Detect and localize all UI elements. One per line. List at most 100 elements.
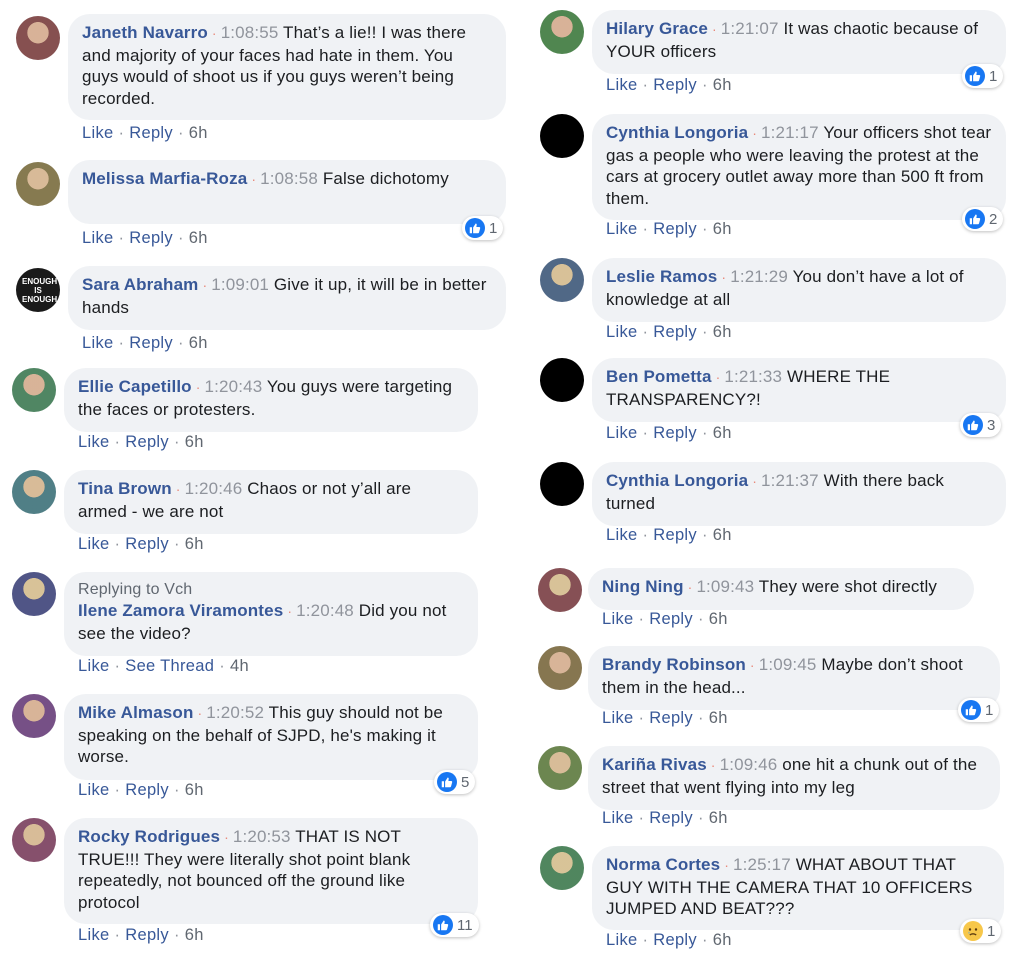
like-button[interactable]: Like [602, 610, 633, 628]
comment-age-link[interactable]: 6h [185, 926, 204, 944]
like-button[interactable]: Like [82, 124, 113, 142]
user-photo-avatar[interactable] [16, 16, 60, 60]
like-button[interactable]: Like [606, 931, 637, 949]
reply-button[interactable]: Reply [653, 76, 697, 94]
video-timestamp-link[interactable]: 1:20:52 [206, 703, 264, 722]
comment-author-link[interactable]: Kariña Rivas [602, 755, 707, 774]
video-timestamp-link[interactable]: 1:20:53 [233, 827, 291, 846]
blank-black-avatar[interactable] [540, 358, 584, 402]
comment-author-link[interactable]: Cynthia Longoria [606, 471, 748, 490]
reaction-count-badge[interactable]: 11 [430, 913, 479, 937]
reply-button[interactable]: Reply [129, 124, 173, 142]
reply-button[interactable]: Reply [129, 334, 173, 352]
comment-age-link[interactable]: 6h [189, 124, 208, 142]
comment-author-link[interactable]: Rocky Rodrigues [78, 827, 220, 846]
comment-author-link[interactable]: Leslie Ramos [606, 267, 717, 286]
user-photo-avatar[interactable] [12, 470, 56, 514]
comment-author-link[interactable]: Ellie Capetillo [78, 377, 192, 396]
like-button[interactable]: Like [78, 535, 109, 553]
video-timestamp-link[interactable]: 1:21:07 [721, 19, 779, 38]
like-button[interactable]: Like [78, 926, 109, 944]
comment-author-link[interactable]: Tina Brown [78, 479, 172, 498]
comment-age-link[interactable]: 6h [185, 781, 204, 799]
comment-age-link[interactable]: 6h [709, 709, 728, 727]
like-button[interactable]: Like [606, 526, 637, 544]
video-timestamp-link[interactable]: 1:21:29 [730, 267, 788, 286]
reaction-count-badge[interactable]: 3 [960, 413, 1002, 437]
user-photo-avatar[interactable] [12, 818, 56, 862]
reaction-count-badge[interactable]: 1 [962, 64, 1004, 88]
user-photo-avatar[interactable] [12, 572, 56, 616]
reaction-count-badge[interactable]: 5 [434, 770, 476, 794]
comment-author-link[interactable]: Mike Almason [78, 703, 193, 722]
comment-age-link[interactable]: 6h [713, 424, 732, 442]
user-photo-avatar[interactable] [540, 258, 584, 302]
comment-age-link[interactable]: 6h [185, 433, 204, 451]
comment-age-link[interactable]: 6h [713, 526, 732, 544]
user-photo-avatar[interactable] [12, 368, 56, 412]
like-button[interactable]: Like [606, 220, 637, 238]
like-button[interactable]: Like [606, 76, 637, 94]
reply-button[interactable]: Reply [653, 220, 697, 238]
comment-age-link[interactable]: 6h [713, 931, 732, 949]
reply-button[interactable]: Reply [649, 809, 693, 827]
like-button[interactable]: Like [82, 229, 113, 247]
comment-author-link[interactable]: Hilary Grace [606, 19, 708, 38]
comment-age-link[interactable]: 6h [189, 229, 208, 247]
video-timestamp-link[interactable]: 1:09:43 [696, 577, 754, 596]
video-timestamp-link[interactable]: 1:20:48 [296, 601, 354, 620]
comment-author-link[interactable]: Brandy Robinson [602, 655, 746, 674]
see-thread-button[interactable]: See Thread [125, 657, 214, 675]
like-button[interactable]: Like [78, 781, 109, 799]
comment-author-link[interactable]: Ning Ning [602, 577, 684, 596]
comment-author-link[interactable]: Janeth Navarro [82, 23, 208, 42]
comment-author-link[interactable]: Melissa Marfia-Roza [82, 169, 247, 188]
reply-button[interactable]: Reply [653, 931, 697, 949]
comment-age-link[interactable]: 6h [713, 323, 732, 341]
like-button[interactable]: Like [78, 657, 109, 675]
comment-age-link[interactable]: 6h [709, 610, 728, 628]
reply-button[interactable]: Reply [649, 709, 693, 727]
reaction-count-badge[interactable]: 1 [958, 698, 1000, 722]
comment-age-link[interactable]: 6h [189, 334, 208, 352]
user-photo-avatar[interactable] [538, 646, 582, 690]
video-timestamp-link[interactable]: 1:09:01 [211, 275, 269, 294]
video-timestamp-link[interactable]: 1:09:46 [720, 755, 778, 774]
like-button[interactable]: Like [602, 709, 633, 727]
reply-button[interactable]: Reply [125, 433, 169, 451]
video-timestamp-link[interactable]: 1:20:43 [205, 377, 263, 396]
reply-button[interactable]: Reply [653, 526, 697, 544]
comment-author-link[interactable]: Ben Pometta [606, 367, 712, 386]
reply-button[interactable]: Reply [125, 781, 169, 799]
like-button[interactable]: Like [602, 809, 633, 827]
blank-black-avatar[interactable] [540, 114, 584, 158]
reply-button[interactable]: Reply [653, 323, 697, 341]
video-timestamp-link[interactable]: 1:21:17 [761, 123, 819, 142]
reply-button[interactable]: Reply [653, 424, 697, 442]
user-photo-avatar[interactable] [538, 568, 582, 612]
user-photo-avatar[interactable] [540, 846, 584, 890]
video-timestamp-link[interactable]: 1:25:17 [733, 855, 791, 874]
reply-button[interactable]: Reply [125, 535, 169, 553]
blank-black-avatar[interactable] [540, 462, 584, 506]
comment-author-link[interactable]: Norma Cortes [606, 855, 720, 874]
like-button[interactable]: Like [606, 323, 637, 341]
video-timestamp-link[interactable]: 1:09:45 [759, 655, 817, 674]
reaction-count-badge[interactable]: 2 [962, 207, 1004, 231]
like-button[interactable]: Like [78, 433, 109, 451]
reply-button[interactable]: Reply [129, 229, 173, 247]
video-timestamp-link[interactable]: 1:21:37 [761, 471, 819, 490]
like-button[interactable]: Like [606, 424, 637, 442]
user-photo-avatar[interactable] [16, 162, 60, 206]
comment-age-link[interactable]: 6h [713, 220, 732, 238]
comment-author-link[interactable]: Sara Abraham [82, 275, 198, 294]
comment-author-link[interactable]: Ilene Zamora Viramontes [78, 601, 283, 620]
user-photo-avatar[interactable] [540, 10, 584, 54]
comment-age-link[interactable]: 4h [230, 657, 249, 675]
enough-is-enough-avatar[interactable]: ENOUGH IS ENOUGH [16, 268, 60, 312]
comment-age-link[interactable]: 6h [185, 535, 204, 553]
user-photo-avatar[interactable] [538, 746, 582, 790]
video-timestamp-link[interactable]: 1:08:55 [221, 23, 279, 42]
user-photo-avatar[interactable] [12, 694, 56, 738]
reaction-count-badge[interactable]: 1 [462, 216, 504, 240]
